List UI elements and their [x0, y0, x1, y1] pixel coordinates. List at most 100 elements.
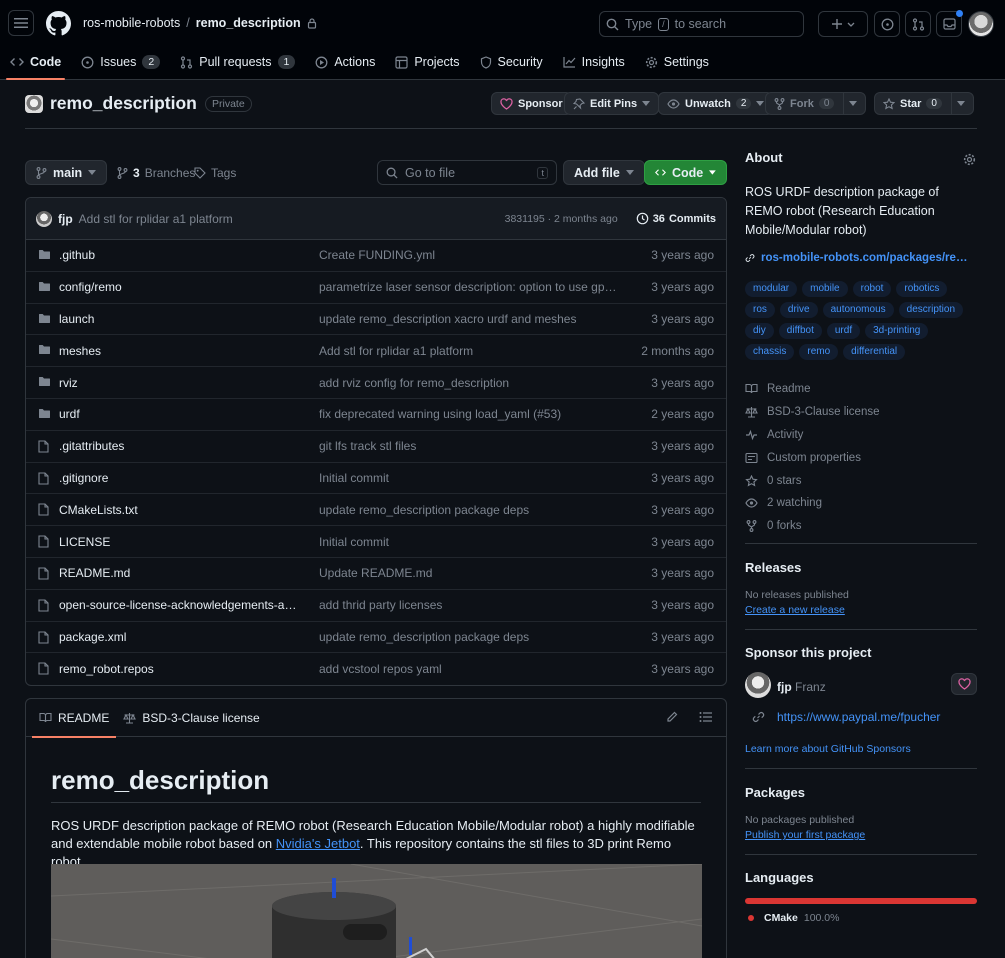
packages-title[interactable]: Packages: [745, 785, 805, 800]
topic-tag[interactable]: differential: [843, 344, 906, 360]
file-row[interactable]: open-source-license-acknowledgements-and…: [26, 590, 726, 622]
about-meta-link[interactable]: Activity: [745, 424, 977, 447]
about-meta-link[interactable]: 2 watching: [745, 492, 977, 515]
fork-button[interactable]: Fork 0: [765, 92, 867, 115]
file-row[interactable]: .github Create FUNDING.yml 3 years ago: [26, 240, 726, 272]
topic-tag[interactable]: robotics: [896, 281, 948, 297]
file-name[interactable]: .gitattributes: [59, 439, 299, 453]
about-meta-link[interactable]: BSD-3-Clause license: [745, 401, 977, 424]
commit-meta[interactable]: 3831195 · 2 months ago: [505, 213, 618, 225]
tab-issues[interactable]: Issues 2: [71, 49, 170, 75]
file-row[interactable]: LICENSE Initial commit 3 years ago: [26, 526, 726, 558]
repo-title[interactable]: remo_description: [50, 93, 197, 114]
file-row[interactable]: launch update remo_description xacro urdf…: [26, 304, 726, 336]
tab-security[interactable]: Security: [470, 49, 553, 75]
file-name[interactable]: remo_robot.repos: [59, 662, 299, 676]
tab-code[interactable]: Code: [0, 49, 71, 80]
file-name[interactable]: open-source-license-acknowledgements-and…: [59, 598, 299, 612]
file-name[interactable]: .github: [59, 248, 299, 262]
paypal-link[interactable]: https://www.paypal.me/fpucher: [752, 710, 940, 724]
file-commit-message[interactable]: git lfs track stl files: [319, 439, 619, 453]
tab-projects[interactable]: Projects: [385, 49, 469, 75]
topic-tag[interactable]: modular: [745, 281, 798, 297]
file-commit-message[interactable]: Add stl for rplidar a1 platform: [319, 344, 619, 358]
edit-pins-button[interactable]: Edit Pins: [564, 92, 660, 115]
star-button[interactable]: Star 0: [874, 92, 974, 115]
tab-readme[interactable]: README: [32, 699, 117, 738]
file-commit-message[interactable]: add rviz config for remo_description: [319, 376, 619, 390]
tab-license[interactable]: BSD-3-Clause license: [116, 699, 266, 737]
file-name[interactable]: config/remo: [59, 280, 299, 294]
learn-sponsors-link[interactable]: Learn more about GitHub Sponsors: [745, 743, 911, 755]
file-row[interactable]: package.xml update remo_description packa…: [26, 622, 726, 654]
unwatch-button[interactable]: Unwatch 2: [658, 92, 774, 115]
commit-author[interactable]: fjp: [58, 212, 73, 226]
create-release-link[interactable]: Create a new release: [745, 604, 845, 616]
file-commit-message[interactable]: Create FUNDING.yml: [319, 248, 619, 262]
breadcrumb-repo[interactable]: remo_description: [196, 16, 301, 30]
add-file-button[interactable]: Add file: [563, 160, 645, 185]
topic-tag[interactable]: mobile: [802, 281, 848, 297]
file-name[interactable]: launch: [59, 312, 299, 326]
sponsor-user[interactable]: fjp Franz: [777, 680, 826, 694]
topic-tag[interactable]: autonomous: [822, 302, 894, 318]
releases-title[interactable]: Releases: [745, 560, 801, 575]
about-meta-link[interactable]: Custom properties: [745, 446, 977, 469]
menu-button[interactable]: [8, 10, 34, 36]
file-commit-message[interactable]: add thrid party licenses: [319, 598, 619, 612]
branch-selector[interactable]: main: [25, 160, 108, 185]
tab-insights[interactable]: Insights: [553, 49, 635, 75]
tab-actions[interactable]: Actions: [305, 49, 385, 75]
file-commit-message[interactable]: Initial commit: [319, 535, 619, 549]
edit-about-button[interactable]: [963, 153, 976, 169]
file-row[interactable]: remo_robot.repos add vcstool repos yaml 3 …: [26, 653, 726, 685]
file-name[interactable]: CMakeLists.txt: [59, 503, 299, 517]
commits-link[interactable]: 36 Commits: [636, 212, 716, 225]
file-row[interactable]: .gitattributes git lfs track stl files 3 y…: [26, 431, 726, 463]
jetbot-link[interactable]: Nvidia's Jetbot: [276, 836, 360, 851]
search-input[interactable]: Type / to search: [599, 11, 804, 37]
topic-tag[interactable]: urdf: [826, 323, 861, 339]
file-row[interactable]: config/remo parametrize laser sensor desc…: [26, 272, 726, 304]
issues-shortcut-button[interactable]: [874, 11, 900, 37]
file-name[interactable]: meshes: [59, 344, 299, 358]
topic-tag[interactable]: diy: [745, 323, 774, 339]
file-name[interactable]: README.md: [59, 566, 299, 580]
file-row[interactable]: CMakeLists.txt update remo_description pa…: [26, 494, 726, 527]
code-button[interactable]: Code: [644, 160, 727, 185]
go-to-file-input[interactable]: Go to file t: [377, 160, 557, 185]
commit-message[interactable]: Add stl for rplidar a1 platform: [79, 212, 233, 226]
file-commit-message[interactable]: Initial commit: [319, 471, 619, 485]
sponsor-button[interactable]: Sponsor: [491, 92, 572, 115]
edit-readme-button[interactable]: [666, 711, 678, 726]
topic-tag[interactable]: remo: [799, 344, 839, 360]
sponsor-avatar[interactable]: [745, 672, 771, 698]
sponsor-heart-button[interactable]: [951, 673, 977, 695]
about-meta-link[interactable]: 0 forks: [745, 515, 977, 538]
file-commit-message[interactable]: Update README.md: [319, 566, 619, 580]
file-commit-message[interactable]: update remo_description package deps: [319, 630, 619, 644]
file-row[interactable]: meshes Add stl for rplidar a1 platform 2 m…: [26, 335, 726, 368]
about-meta-link[interactable]: 0 stars: [745, 469, 977, 492]
file-row[interactable]: README.md Update README.md 3 years ago: [26, 558, 726, 590]
breadcrumb-owner[interactable]: ros-mobile-robots: [83, 16, 180, 30]
github-logo-icon[interactable]: [46, 11, 71, 39]
file-row[interactable]: rviz add rviz config for remo_description…: [26, 367, 726, 399]
about-meta-link[interactable]: Readme: [745, 378, 977, 401]
topic-tag[interactable]: ros: [745, 302, 775, 318]
user-avatar[interactable]: [968, 11, 994, 37]
pull-requests-shortcut-button[interactable]: [905, 11, 931, 37]
topic-tag[interactable]: drive: [779, 302, 818, 318]
tab-settings[interactable]: Settings: [635, 49, 719, 75]
website-link[interactable]: ros-mobile-robots.com/packages/remo_desc…: [745, 252, 977, 264]
topic-tag[interactable]: diffbot: [778, 323, 822, 339]
create-new-button[interactable]: [818, 11, 868, 37]
commit-author-avatar[interactable]: [36, 210, 52, 227]
language-item-cmake[interactable]: CMake 100.0%: [748, 912, 839, 924]
file-row[interactable]: .gitignore Initial commit 3 years ago: [26, 463, 726, 495]
topic-tag[interactable]: 3d-printing: [865, 323, 929, 339]
file-row[interactable]: urdf fix deprecated warning using load_ya…: [26, 399, 726, 431]
branches-link[interactable]: 3 Branches: [117, 166, 195, 180]
file-commit-message[interactable]: update remo_description package deps: [319, 503, 619, 517]
file-commit-message[interactable]: add vcstool repos yaml: [319, 662, 619, 676]
